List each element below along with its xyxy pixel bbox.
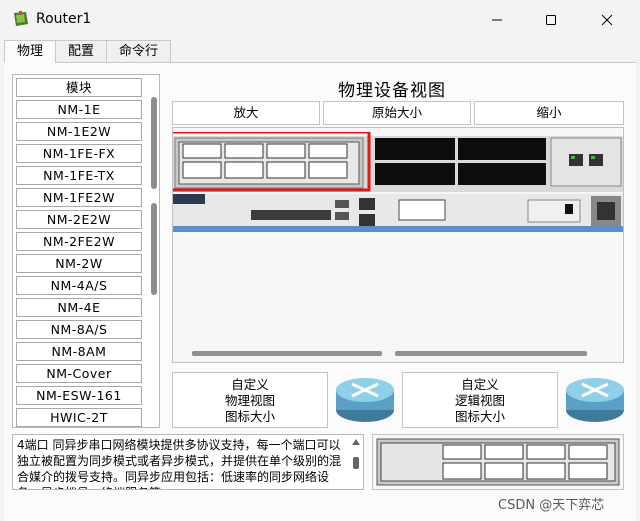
close-button[interactable] xyxy=(584,0,630,40)
zoom-out-button[interactable]: 缩小 xyxy=(474,101,624,125)
title-bar: Router1 xyxy=(0,0,640,40)
original-size-button[interactable]: 原始大小 xyxy=(323,101,471,125)
button-label-line: 图标大小 xyxy=(224,409,275,424)
minimize-button[interactable] xyxy=(474,0,520,40)
module-preview-image xyxy=(376,438,620,486)
watermark: CSDN @天下弈芯 xyxy=(498,498,605,513)
module-list: 模块 NM-1E NM-1E2W NM-1FE-FX NM-1FE-TX NM-… xyxy=(12,74,160,428)
module-item[interactable]: NM-1FE-FX xyxy=(16,144,142,163)
description-scrollbar[interactable] xyxy=(349,435,363,489)
button-label-line: 自定义 xyxy=(231,377,269,392)
scroll-up-icon[interactable] xyxy=(349,437,363,447)
button-label-line: 物理视图 xyxy=(224,393,275,408)
module-item[interactable]: NM-8A/S xyxy=(16,320,142,339)
router-icon xyxy=(336,378,394,422)
zoom-in-button[interactable]: 放大 xyxy=(172,101,320,125)
window-title: Router1 xyxy=(36,11,92,27)
module-item[interactable]: NM-1FE2W xyxy=(16,188,142,207)
button-label-line: 逻辑视图 xyxy=(454,393,505,408)
tab-physical[interactable]: 物理 xyxy=(4,40,57,63)
module-item[interactable]: NM-ESW-161 xyxy=(16,386,142,405)
module-list-scroll-thumb[interactable] xyxy=(151,203,157,295)
physical-view-title: 物理设备视图 xyxy=(338,81,446,101)
button-label-line: 自定义 xyxy=(461,377,499,392)
module-list-header: 模块 xyxy=(16,78,142,97)
custom-logical-icon-size-button[interactable]: 自定义 逻辑视图 图标大小 xyxy=(402,372,558,428)
module-description: 4端口 同异步串口网络模块提供多协议支持，每一个端口可以独立被配置为同步模式或者… xyxy=(12,434,364,490)
physical-device-view[interactable] xyxy=(172,127,624,363)
description-text: 4端口 同异步串口网络模块提供多协议支持，每一个端口可以独立被配置为同步模式或者… xyxy=(17,438,342,489)
module-item[interactable]: NM-1E xyxy=(16,100,142,119)
module-item[interactable]: NM-2W xyxy=(16,254,142,273)
router-chassis-image xyxy=(173,132,623,232)
description-scroll-thumb[interactable] xyxy=(353,457,359,469)
module-item[interactable]: HWIC-2T xyxy=(16,408,142,427)
tab-strip: 物理 配置 命令行 xyxy=(4,40,172,63)
close-icon xyxy=(601,14,613,26)
tab-config[interactable]: 配置 xyxy=(55,40,108,62)
module-item[interactable]: NM-1E2W xyxy=(16,122,142,141)
module-item[interactable]: NM-Cover xyxy=(16,364,142,383)
module-list-scroll-thumb[interactable] xyxy=(151,97,157,189)
button-label-line: 图标大小 xyxy=(454,409,505,424)
module-item[interactable]: NM-2FE2W xyxy=(16,232,142,251)
module-item[interactable]: NM-8AM xyxy=(16,342,142,361)
maximize-icon xyxy=(546,15,556,25)
tab-cli[interactable]: 命令行 xyxy=(106,40,172,62)
minimize-icon xyxy=(492,19,502,21)
device-view-hscroll-thumb[interactable] xyxy=(395,351,587,356)
router-icon xyxy=(566,378,624,422)
module-item[interactable]: NM-1FE-TX xyxy=(16,166,142,185)
module-preview xyxy=(372,434,624,490)
maximize-button[interactable] xyxy=(528,0,574,40)
packet-tracer-app-icon xyxy=(14,11,28,26)
module-item[interactable]: NM-2E2W xyxy=(16,210,142,229)
custom-physical-icon-size-button[interactable]: 自定义 物理视图 图标大小 xyxy=(172,372,328,428)
module-item[interactable]: NM-4A/S xyxy=(16,276,142,295)
device-view-hscroll-thumb[interactable] xyxy=(192,351,382,356)
module-item[interactable]: NM-4E xyxy=(16,298,142,317)
